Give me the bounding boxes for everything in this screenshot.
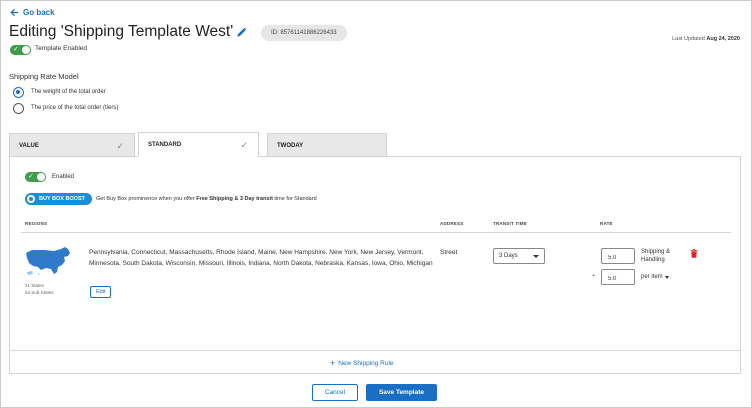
- check-icon: ✓: [28, 173, 34, 180]
- boost-text-bold: Free Shipping & 3 Day transit: [196, 196, 273, 202]
- per-item-dropdown[interactable]: per item: [641, 273, 669, 281]
- check-icon: ✓: [240, 140, 248, 150]
- tab-value[interactable]: VALUE ✓: [9, 133, 135, 157]
- column-header-regions: REGIONS: [25, 221, 48, 226]
- us-map-icon: [25, 247, 70, 275]
- tab-standard[interactable]: STANDARD ✓: [138, 132, 259, 157]
- per-item-rate-input[interactable]: [601, 269, 635, 285]
- column-header-rate: RATE: [600, 221, 613, 226]
- arrow-left-icon: [10, 8, 19, 17]
- tab-standard-label: STANDARD: [148, 142, 182, 148]
- radio-weight-label: The weight of the total order: [31, 89, 106, 95]
- plus-sign: +: [592, 273, 596, 279]
- buy-box-boost-description: Get Buy Box prominence when you offer Fr…: [96, 196, 317, 202]
- radio-price-tiers-label: The price of the total order (tiers): [31, 105, 119, 111]
- chevron-down-icon: [533, 255, 539, 258]
- region-counts: 21 States 54 Sub-States: [25, 282, 54, 296]
- shipping-handling-label-line1: Shipping &: [641, 249, 671, 255]
- states-count: 21 States: [25, 283, 45, 288]
- check-icon: ✓: [116, 141, 124, 151]
- radio-dot-icon: [27, 195, 35, 203]
- last-updated-label: Last Updated: [672, 36, 705, 42]
- boost-text-pre: Get Buy Box prominence when you offer: [96, 196, 197, 202]
- buy-box-boost-label: BUY BOX BOOST: [39, 196, 86, 202]
- address-type: Street: [440, 249, 458, 256]
- template-enabled-toggle[interactable]: ✓: [10, 45, 31, 55]
- tab-twoday[interactable]: TWODAY: [267, 133, 387, 157]
- last-updated-date: Aug 24, 2020: [706, 36, 740, 42]
- buy-box-boost-button[interactable]: BUY BOX BOOST: [25, 193, 93, 205]
- region-list: Pennsylvania, Connecticut, Massachusetts…: [89, 249, 433, 267]
- go-back-link[interactable]: Go back: [10, 8, 55, 17]
- standard-enabled-toggle[interactable]: ✓: [25, 172, 46, 182]
- transit-time-select[interactable]: 3 Days: [493, 248, 545, 264]
- radio-price-tiers[interactable]: [13, 103, 24, 114]
- transit-time-value: 3 Days: [499, 253, 518, 259]
- substates-count: 54 Sub-States: [25, 290, 54, 295]
- chevron-down-icon: [664, 275, 669, 279]
- column-header-address: ADDRESS: [440, 221, 464, 226]
- template-id-badge: ID: 85761141886226433: [261, 25, 347, 41]
- shipping-rate-model-label: Shipping Rate Model: [9, 72, 79, 81]
- shipping-handling-label: Shipping & Handling: [641, 248, 670, 264]
- shipping-handling-label-line2: Handling: [641, 257, 665, 263]
- plus-icon: +: [330, 358, 336, 368]
- go-back-label: Go back: [23, 8, 55, 17]
- divider: [10, 350, 740, 351]
- per-item-label: per item: [641, 274, 663, 280]
- last-updated: Last Updated Aug 24, 2020: [672, 36, 740, 42]
- column-header-transit-time: TRANSIT TIME: [493, 221, 527, 226]
- tab-twoday-label: TWODAY: [277, 143, 304, 149]
- check-icon: ✓: [13, 46, 19, 53]
- cancel-button[interactable]: Cancel: [312, 384, 358, 401]
- tab-value-label: VALUE: [19, 143, 39, 149]
- edit-regions-button[interactable]: Edit: [90, 286, 112, 298]
- page-title: Editing 'Shipping Template West': [9, 23, 234, 40]
- divider: [21, 232, 731, 233]
- boost-text-post: time for Standard: [272, 196, 317, 202]
- new-shipping-rule-link[interactable]: + New Shipping Rule: [330, 358, 394, 368]
- radio-weight[interactable]: [13, 87, 24, 98]
- new-shipping-rule-label: New Shipping Rule: [338, 359, 394, 367]
- template-enabled-label: Template Enabled: [35, 45, 88, 52]
- trash-icon[interactable]: [690, 249, 698, 258]
- pencil-icon[interactable]: [236, 27, 247, 38]
- shipping-rate-input[interactable]: [601, 248, 635, 264]
- save-template-button[interactable]: Save Template: [366, 384, 437, 401]
- standard-enabled-label: Enabled: [52, 174, 75, 180]
